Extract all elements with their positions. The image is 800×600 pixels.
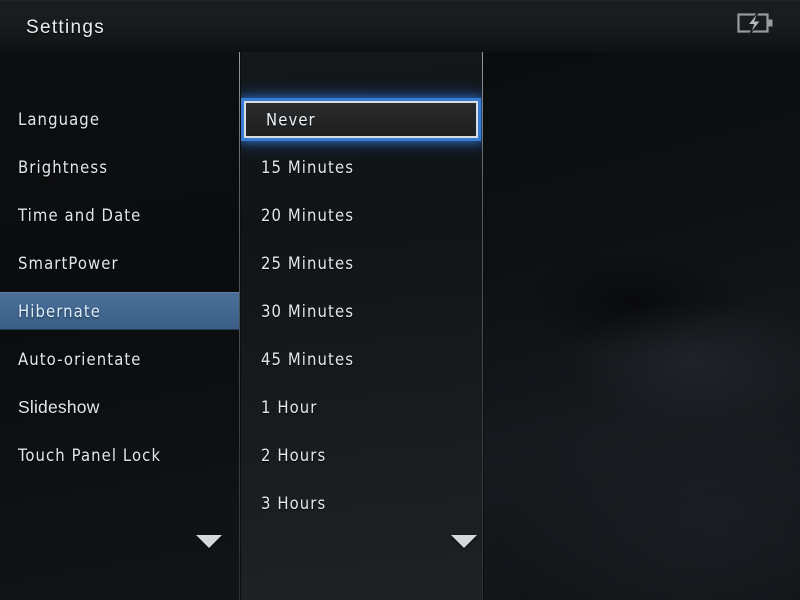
battery-charging-icon — [737, 11, 773, 35]
option-item-15-minutes[interactable]: 15 Minutes — [241, 148, 482, 186]
option-item-label: 25 Minutes — [261, 253, 355, 273]
settings-screen: Settings Language Brightness Time and Date… — [0, 0, 800, 600]
option-item-45-minutes[interactable]: 45 Minutes — [241, 340, 482, 378]
sidebar-item-hibernate[interactable]: Hibernate — [0, 292, 239, 330]
content-area: Language Brightness Time and Date SmartPowe… — [0, 52, 800, 600]
option-item-label: 45 Minutes — [261, 349, 355, 369]
option-item-label: 30 Minutes — [261, 301, 355, 321]
option-item-never[interactable]: Never — [244, 101, 478, 138]
preview-pane — [484, 52, 800, 600]
option-item-30-minutes[interactable]: 30 Minutes — [241, 292, 482, 330]
chevron-down-icon-menu[interactable] — [196, 535, 222, 548]
sidebar-item-label: SmartPower — [18, 253, 119, 273]
option-item-label: 15 Minutes — [261, 157, 355, 177]
page-title: Settings — [26, 17, 106, 38]
sidebar-item-time-and-date[interactable]: Time and Date — [0, 196, 239, 234]
settings-menu-panel: Language Brightness Time and Date SmartPowe… — [0, 52, 239, 600]
sidebar-item-slideshow[interactable]: Slideshow — [0, 388, 239, 426]
sidebar-item-label: Language — [18, 109, 101, 129]
sidebar-item-auto-orientate[interactable]: Auto-orientate — [0, 340, 239, 378]
option-item-1-hour[interactable]: 1 Hour — [241, 388, 482, 426]
sidebar-item-language[interactable]: Language — [0, 100, 239, 138]
sidebar-item-touch-panel-lock[interactable]: Touch Panel Lock — [0, 436, 239, 474]
chevron-down-icon-options[interactable] — [451, 535, 477, 548]
panel-divider-1 — [239, 52, 240, 600]
option-item-label: 2 Hours — [261, 445, 327, 465]
sidebar-item-label: Touch Panel Lock — [18, 445, 162, 465]
option-item-label: 1 Hour — [261, 397, 318, 417]
option-item-2-hours[interactable]: 2 Hours — [241, 436, 482, 474]
sidebar-item-label: Brightness — [18, 157, 109, 177]
option-item-25-minutes[interactable]: 25 Minutes — [241, 244, 482, 282]
title-bar: Settings — [0, 0, 800, 52]
sidebar-item-label: Hibernate — [18, 301, 102, 321]
options-panel: Never 15 Minutes 20 Minutes 25 Minutes 30 Mi… — [241, 52, 482, 600]
sidebar-item-label: Auto-orientate — [18, 349, 142, 369]
sidebar-item-label: Time and Date — [18, 205, 142, 225]
sidebar-item-label: Slideshow — [18, 396, 100, 417]
option-item-20-minutes[interactable]: 20 Minutes — [241, 196, 482, 234]
sidebar-item-brightness[interactable]: Brightness — [0, 148, 239, 186]
option-item-label: Never — [266, 110, 316, 129]
option-item-label: 20 Minutes — [261, 205, 355, 225]
option-item-3-hours[interactable]: 3 Hours — [241, 484, 482, 522]
panel-divider-2 — [482, 52, 483, 600]
option-item-label: 3 Hours — [261, 493, 327, 513]
sidebar-item-smartpower[interactable]: SmartPower — [0, 244, 239, 282]
